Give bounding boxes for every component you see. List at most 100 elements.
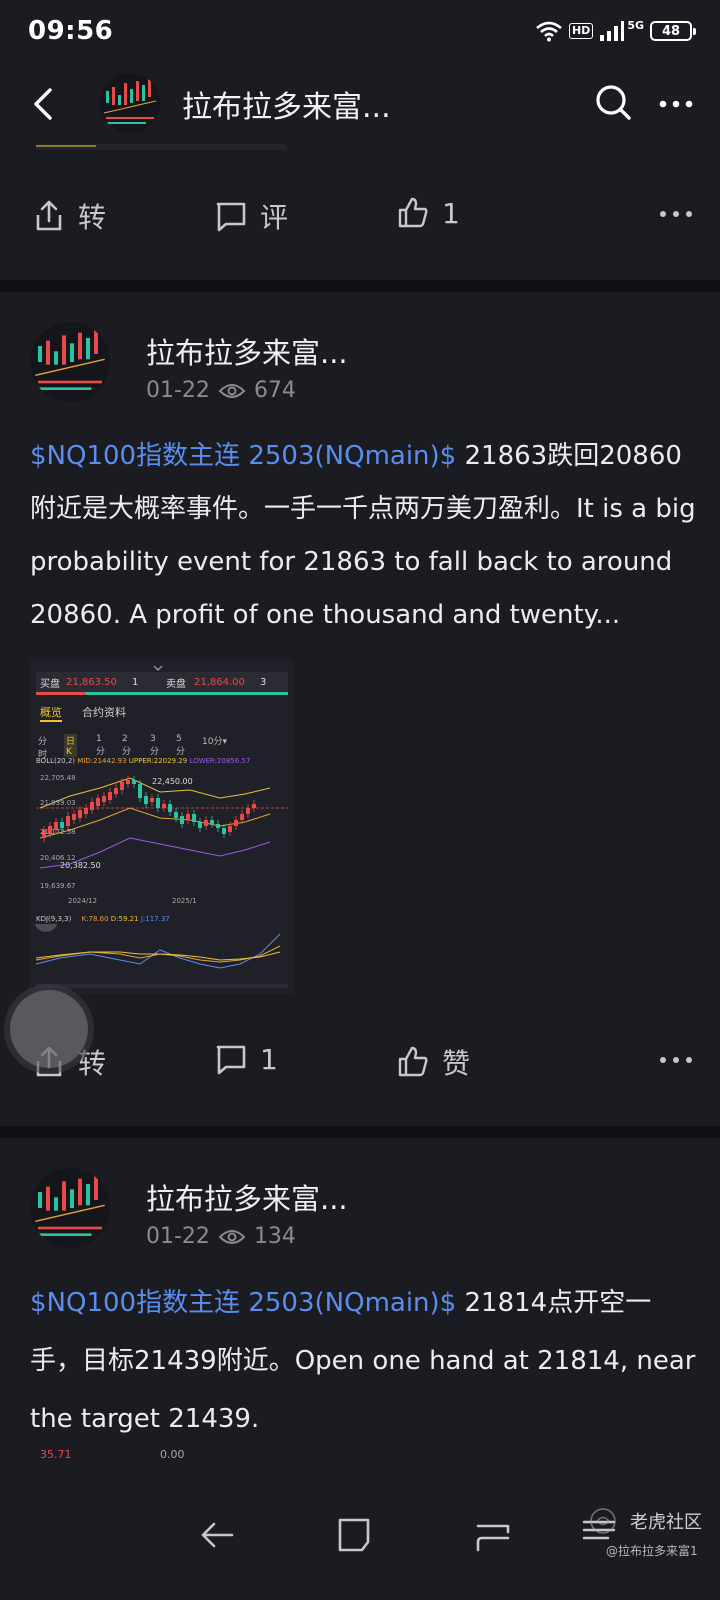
back-arrow-icon[interactable] bbox=[26, 84, 66, 124]
candle bbox=[198, 822, 202, 828]
hd-badge: HD bbox=[568, 23, 594, 39]
status-time: 09:56 bbox=[28, 16, 114, 46]
top-nav: 拉布拉多来富... bbox=[0, 62, 720, 144]
tiger-logo-icon bbox=[590, 1508, 616, 1534]
like-label: 赞 bbox=[442, 1047, 471, 1080]
avatar[interactable] bbox=[100, 73, 160, 133]
author-avatar[interactable] bbox=[30, 1168, 110, 1248]
avatar-chart-image bbox=[30, 322, 110, 402]
candle bbox=[132, 780, 136, 784]
y-tick: 21,172.58 bbox=[40, 828, 76, 836]
author-name[interactable]: 拉布拉多来富... bbox=[146, 330, 348, 372]
author-avatar[interactable] bbox=[30, 322, 110, 402]
kdj-k: K:78.60 bbox=[81, 915, 109, 923]
kdj-j: J:117.37 bbox=[140, 915, 170, 923]
candle bbox=[162, 804, 166, 808]
nav-back-icon[interactable] bbox=[196, 1514, 238, 1556]
avatar-chart-image bbox=[100, 73, 160, 133]
annotation-low: 20,382.50 bbox=[60, 861, 101, 870]
candle bbox=[126, 780, 130, 784]
like-button[interactable]: 1 bbox=[396, 196, 460, 230]
watermark-brand: 老虎社区 bbox=[630, 1512, 702, 1533]
boll-mid: MID:21442.93 bbox=[77, 757, 127, 765]
watermark-user: @拉布拉多来富1 bbox=[606, 1544, 698, 1558]
network-type: 5G bbox=[627, 18, 644, 32]
signal-icon bbox=[600, 21, 625, 41]
kdj-label: KDJ(9,3,3) bbox=[36, 915, 72, 923]
search-icon[interactable] bbox=[593, 82, 633, 122]
floating-assistive-button[interactable] bbox=[10, 990, 88, 1068]
stock-tag-link[interactable]: $NQ100指数主连 2503(NQmain)$ bbox=[30, 1288, 456, 1318]
divider bbox=[0, 280, 720, 292]
stock-tag-link[interactable]: $NQ100指数主连 2503(NQmain)$ bbox=[30, 441, 456, 471]
post1-action-row: 转 1 赞 bbox=[0, 1030, 720, 1090]
post-date: 01-22 bbox=[146, 378, 210, 403]
candle bbox=[102, 796, 106, 802]
post-body[interactable]: $NQ100指数主连 2503(NQmain)$ 21814点开空一手，目标21… bbox=[30, 1274, 696, 1448]
period-tab: 5分 bbox=[176, 734, 186, 757]
comment-icon bbox=[216, 202, 246, 232]
x-tick: 2025/1 bbox=[172, 897, 197, 905]
x-tick: 2024/12 bbox=[68, 897, 98, 905]
previous-post-image-edge bbox=[36, 144, 286, 150]
battery-icon: 48 bbox=[650, 21, 696, 41]
candle bbox=[234, 820, 238, 826]
period-tab-selected: 日K bbox=[64, 734, 78, 757]
order-book-bar bbox=[36, 692, 288, 695]
candle bbox=[168, 804, 172, 812]
comment-button[interactable]: 1 bbox=[214, 1042, 278, 1076]
candle bbox=[156, 798, 160, 808]
status-icons: HD 5G 48 bbox=[535, 18, 696, 42]
tab-overview: 概览 bbox=[40, 704, 62, 722]
post-body[interactable]: $NQ100指数主连 2503(NQmain)$ 21863跌回20860附近是… bbox=[30, 430, 696, 642]
watermark: 老虎社区 bbox=[588, 1506, 702, 1536]
candle bbox=[222, 828, 226, 834]
more-options-icon[interactable] bbox=[656, 84, 696, 124]
chart-top-strip bbox=[30, 660, 294, 672]
eye-icon bbox=[218, 383, 246, 398]
more-options-icon[interactable] bbox=[656, 194, 696, 234]
post-date: 01-22 bbox=[146, 1224, 210, 1249]
tab-contract: 合约资料 bbox=[82, 706, 126, 719]
boll-legend: BOLL(20,2) MID:21442.93 UPPER:22029.29 L… bbox=[36, 757, 250, 765]
candle bbox=[228, 826, 232, 832]
post-chart-image[interactable]: 买盘 21,863.50 1 卖盘 21,864.00 3 概览 合约资料 分时… bbox=[30, 660, 294, 994]
more-options-icon[interactable] bbox=[656, 1040, 696, 1080]
bid-qty: 1 bbox=[132, 676, 139, 688]
comment-label: 评 bbox=[260, 201, 289, 234]
nav-home-icon[interactable] bbox=[334, 1514, 376, 1556]
candle bbox=[144, 796, 148, 804]
y-tick: 21,939.03 bbox=[40, 799, 76, 807]
order-book-row: 买盘 21,863.50 1 卖盘 21,864.00 3 bbox=[36, 672, 288, 692]
like-button[interactable]: 赞 bbox=[396, 1042, 470, 1082]
eye-icon bbox=[218, 1229, 246, 1244]
chart-bottom-strip bbox=[36, 984, 288, 988]
share-button[interactable]: 转 bbox=[32, 196, 106, 236]
like-count: 1 bbox=[442, 196, 460, 230]
kdj-d: D:59.21 bbox=[110, 915, 139, 923]
boll-label: BOLL(20,2) bbox=[36, 757, 76, 765]
ask-qty: 3 bbox=[260, 676, 267, 688]
candle bbox=[150, 798, 154, 802]
wifi-icon bbox=[536, 21, 562, 42]
post-meta: 01-22 134 bbox=[146, 1224, 296, 1249]
y-tick: 22,705.48 bbox=[40, 774, 76, 782]
view-count: 674 bbox=[253, 378, 296, 403]
thumbs-up-icon bbox=[398, 1046, 428, 1077]
share-label: 转 bbox=[78, 201, 107, 234]
post0-action-row: 转 评 1 bbox=[0, 184, 720, 244]
candle bbox=[216, 824, 220, 828]
nav-recents-icon[interactable] bbox=[472, 1514, 514, 1556]
period-tab: 10分▾ bbox=[202, 737, 227, 747]
y-tick: 19,639.67 bbox=[40, 882, 76, 890]
comment-icon bbox=[216, 1045, 246, 1075]
candle bbox=[204, 820, 208, 826]
boll-lower: LOWER:20856.57 bbox=[189, 757, 251, 765]
share-icon bbox=[36, 200, 62, 231]
comment-button[interactable]: 评 bbox=[214, 196, 288, 236]
bid-label: 买盘 bbox=[40, 678, 60, 690]
kdj-indicator-chart bbox=[34, 924, 281, 969]
author-name[interactable]: 拉布拉多来富... bbox=[146, 1176, 348, 1218]
period-tab: 2分 bbox=[122, 734, 132, 757]
candle bbox=[174, 812, 178, 818]
